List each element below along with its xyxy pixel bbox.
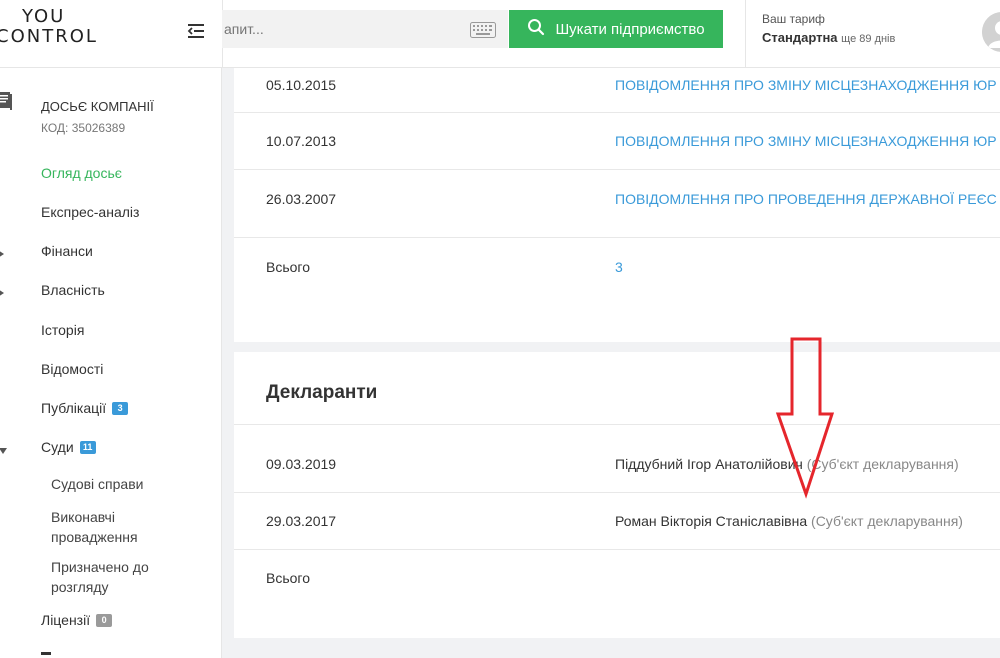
table-row: 26.03.2007 ПОВІДОМЛЕННЯ ПРО ПРОВЕДЕННЯ Д… <box>234 170 1000 238</box>
keyboard-icon[interactable] <box>470 22 496 43</box>
sidebar-item-info[interactable]: Відомості <box>41 361 103 377</box>
sidebar-subitem-enforcement[interactable]: Виконавчі провадження <box>51 507 156 547</box>
chevron-down-icon[interactable] <box>0 443 8 454</box>
sidebar: ДОСЬЄ КОМПАНІЇ КОД: 35026389 Огляд досьє… <box>0 68 222 658</box>
table-row: 10.07.2013 ПОВІДОМЛЕННЯ ПРО ЗМІНУ МІСЦЕЗ… <box>234 113 1000 170</box>
declaration-date: 29.03.2017 <box>266 513 337 529</box>
sidebar-item-finance[interactable]: Фінанси <box>41 243 93 259</box>
publications-card: 05.10.2015 ПОВІДОМЛЕННЯ ПРО ЗМІНУ МІСЦЕЗ… <box>234 68 1000 342</box>
total-count-link[interactable]: 3 <box>615 259 623 275</box>
youcontrol-logo[interactable]: YOU CONTROL <box>0 6 98 47</box>
total-label: Всього <box>266 259 311 275</box>
section-header-row <box>234 352 1000 425</box>
declarant-role: (Суб'єкт декларування) <box>811 513 963 529</box>
declarant-name[interactable]: Піддубний Ігор Анатолійович <box>615 456 803 472</box>
declaration-date: 09.03.2019 <box>266 456 337 472</box>
publication-date: 26.03.2007 <box>266 191 337 207</box>
search-input[interactable] <box>222 10 462 48</box>
declarant-name[interactable]: Роман Вікторія Станіславівна <box>615 513 807 529</box>
count-badge: 11 <box>79 440 96 454</box>
search-box <box>222 10 508 48</box>
user-avatar[interactable] <box>982 12 1000 52</box>
tariff-name: Стандартна <box>762 30 838 45</box>
sidebar-item-label: Експрес-аналіз <box>41 204 140 220</box>
sidebar-collapse-icon[interactable] <box>186 20 208 42</box>
sidebar-item-ownership[interactable]: Власність <box>41 282 105 298</box>
declarant-info: Роман Вікторія Станіславівна (Суб'єкт де… <box>615 513 963 529</box>
declarants-card: Декларанти 09.03.2019 Піддубний Ігор Ана… <box>234 352 1000 638</box>
table-row: 09.03.2019 Піддубний Ігор Анатолійович (… <box>234 425 1000 493</box>
dossier-icon <box>0 92 12 115</box>
sidebar-item-overview[interactable]: Огляд досьє <box>41 165 122 181</box>
total-label: Всього <box>266 570 311 586</box>
sidebar-item-label: Огляд досьє <box>41 165 122 181</box>
sidebar-item-label: Історія <box>41 322 85 338</box>
publication-link[interactable]: ПОВІДОМЛЕННЯ ПРО ЗМІНУ МІСЦЕЗНАХОДЖЕННЯ … <box>615 77 997 93</box>
table-row: 29.03.2017 Роман Вікторія Станіславівна … <box>234 493 1000 550</box>
sidebar-item-history[interactable]: Історія <box>41 322 84 338</box>
sidebar-item-licenses[interactable]: Ліцензії 0 <box>41 612 113 628</box>
search-button-label: Шукати підприємство <box>555 20 705 38</box>
sidebar-item-publications[interactable]: Публікації 3 <box>41 400 129 416</box>
total-row: Всього 3 <box>234 238 1000 342</box>
sidebar-item-label: Відомості <box>41 361 104 377</box>
sidebar-item-label: Ліцензії <box>41 612 91 628</box>
declarant-role: (Суб'єкт декларування) <box>806 456 959 472</box>
count-badge: 3 <box>112 401 129 415</box>
search-company-button[interactable]: Шукати підприємство <box>509 10 723 48</box>
count-badge: 0 <box>96 613 113 627</box>
declarant-info: Піддубний Ігор Анатолійович (Суб'єкт дек… <box>615 456 959 472</box>
total-row: Всього <box>234 550 1000 638</box>
search-icon <box>527 18 545 40</box>
sidebar-item-express-analysis[interactable]: Експрес-аналіз <box>41 204 139 220</box>
table-row: 05.10.2015 ПОВІДОМЛЕННЯ ПРО ЗМІНУ МІСЦЕЗ… <box>234 68 1000 113</box>
sidebar-subitem-court-cases[interactable]: Судові справи <box>51 474 201 494</box>
sidebar-item-courts[interactable]: Суди 11 <box>41 439 96 455</box>
publication-date: 10.07.2013 <box>266 133 337 149</box>
dossier-code: КОД: 35026389 <box>41 121 126 135</box>
sidebar-item-label: Суди <box>41 439 74 455</box>
tariff-label: Ваш тариф <box>762 12 825 26</box>
sidebar-item-label: Власність <box>41 282 105 298</box>
chevron-right-icon[interactable] <box>0 285 6 296</box>
sidebar-item-cut-off <box>41 652 51 655</box>
tariff-days: ще 89 днів <box>841 33 896 45</box>
sidebar-subitem-scheduled[interactable]: Призначено до розгляду <box>51 557 161 597</box>
chevron-right-icon[interactable] <box>0 246 6 257</box>
publication-date: 05.10.2015 <box>266 77 337 93</box>
logo-text-bottom: CONTROL <box>0 26 98 47</box>
sidebar-item-label: Фінанси <box>41 243 93 259</box>
publication-link[interactable]: ПОВІДОМЛЕННЯ ПРО ПРОВЕДЕННЯ ДЕРЖАВНОЇ РЕ… <box>615 191 997 207</box>
logo-text-top: YOU <box>22 6 66 27</box>
sidebar-item-label: Публікації <box>41 400 107 416</box>
header-tariff-divider <box>745 0 746 68</box>
publication-link[interactable]: ПОВІДОМЛЕННЯ ПРО ЗМІНУ МІСЦЕЗНАХОДЖЕННЯ … <box>615 133 997 149</box>
top-header: YOU CONTROL апит... Шукати підприємство … <box>0 0 1000 68</box>
dossier-title: ДОСЬЄ КОМПАНІЇ <box>41 99 154 114</box>
tariff-value[interactable]: Стандартна ще 89 днів <box>762 30 895 45</box>
